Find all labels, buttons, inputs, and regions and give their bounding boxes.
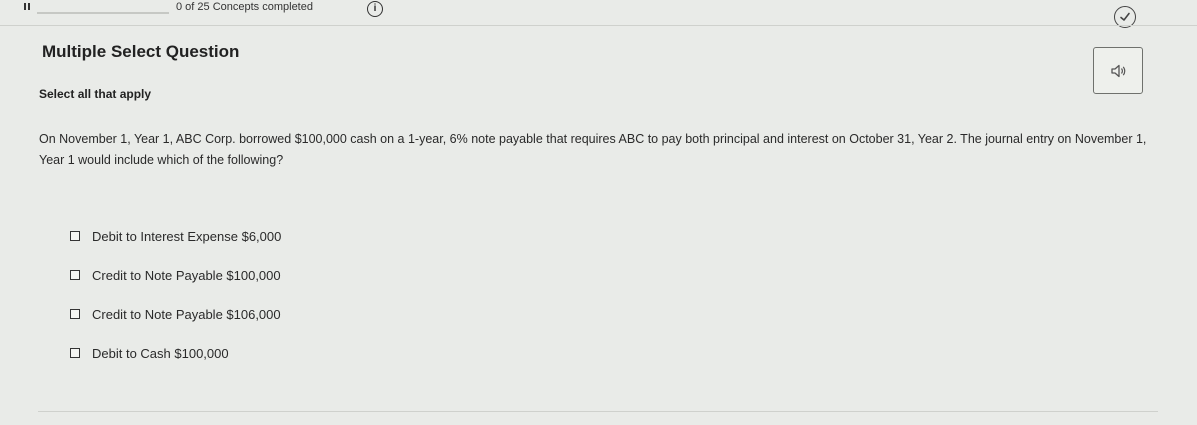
header-divider — [0, 25, 1197, 26]
pause-icon[interactable] — [24, 3, 32, 10]
option-label: Credit to Note Payable $100,000 — [92, 267, 281, 283]
progress-text: 0 of 25 Concepts completed — [176, 1, 313, 13]
option-label: Debit to Interest Expense $6,000 — [92, 228, 282, 244]
instruction-text: Select all that apply — [39, 87, 152, 101]
answer-option-2[interactable]: Credit to Note Payable $100,000 — [70, 265, 281, 285]
checkbox[interactable] — [70, 348, 80, 358]
option-label: Debit to Cash $100,000 — [92, 345, 229, 361]
checkbox[interactable] — [70, 270, 80, 280]
checkbox[interactable] — [70, 309, 80, 319]
answer-option-1[interactable]: Debit to Interest Expense $6,000 — [70, 226, 281, 246]
progress-bar — [37, 12, 169, 14]
answer-option-4[interactable]: Debit to Cash $100,000 — [70, 343, 281, 363]
answer-options: Debit to Interest Expense $6,000 Credit … — [70, 226, 281, 382]
question-prompt: On November 1, Year 1, ABC Corp. borrowe… — [39, 132, 1147, 167]
top-bar: 0 of 25 Concepts completed i — [0, 0, 1197, 28]
option-label: Credit to Note Payable $106,000 — [92, 306, 281, 322]
read-aloud-button[interactable] — [1093, 47, 1143, 94]
answer-option-3[interactable]: Credit to Note Payable $106,000 — [70, 304, 281, 324]
question-type-title: Multiple Select Question — [42, 42, 240, 61]
bottom-divider — [38, 411, 1158, 412]
info-icon[interactable]: i — [367, 1, 383, 17]
checkbox[interactable] — [70, 231, 80, 241]
